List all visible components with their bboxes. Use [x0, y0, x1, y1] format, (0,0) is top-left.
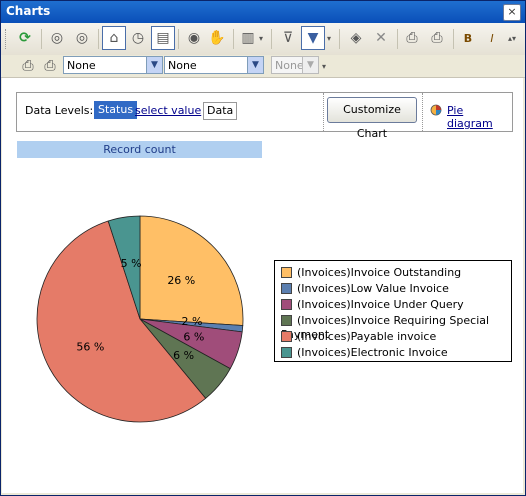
series-select[interactable]: None ▼ [63, 56, 163, 74]
more-dropdown-icon[interactable]: ▾ [319, 55, 329, 77]
legend-item: (Invoices)Invoice Under Query [281, 298, 464, 312]
filter-dropdown-icon[interactable]: ▾ [324, 27, 334, 49]
slice-label: 5 % [121, 257, 142, 270]
legend-label: (Invoices)Invoice Outstanding [297, 266, 462, 279]
hand-icon[interactable]: ✋ [206, 27, 228, 49]
legend-item: (Invoices)Low Value Invoice [281, 282, 449, 296]
title-bar: Charts × [1, 1, 525, 23]
series-select-value: None [67, 59, 96, 72]
legend-label: (Invoices)Invoice Under Query [297, 298, 464, 311]
pie-diagram-link[interactable]: Pie diagram [447, 104, 512, 130]
print-setup-icon[interactable]: ⎙ [39, 55, 61, 77]
columns-dropdown-icon[interactable]: ▾ [256, 27, 266, 49]
italic-icon[interactable]: I [481, 27, 503, 49]
toolbar-separator [41, 29, 42, 49]
eye-icon[interactable]: ◉ [183, 27, 205, 49]
print-preview-icon[interactable]: ⎙ [401, 27, 423, 49]
legend-item: (Invoices)Invoice Requiring Special Paym… [281, 314, 511, 341]
toolbar-separator [233, 29, 234, 49]
chevron-down-icon: ▼ [302, 57, 318, 73]
legend-swatch [281, 314, 292, 326]
legend-swatch [281, 266, 292, 278]
toolbar-separator [271, 29, 272, 49]
chart-view-icon[interactable]: ⌂ [102, 26, 126, 50]
bold-icon[interactable]: B [457, 27, 479, 49]
timer-icon[interactable]: ◷ [127, 27, 149, 49]
slice-label: 26 % [167, 274, 195, 287]
legend-swatch [281, 346, 292, 358]
legend-label: (Invoices)Electronic Invoice [297, 346, 448, 359]
charts-window: Charts × ⟳ ◎ ◎ ⌂ ◷ ▤ ◉ ✋ ▥ ▾ ⊽ ▼ ▾ ◈ ✕ ⎙… [0, 0, 526, 496]
toolbar-separator [397, 29, 398, 49]
pie-chart-icon [430, 104, 442, 116]
chevron-down-icon[interactable]: ▼ [146, 57, 162, 73]
refresh-icon[interactable]: ⟳ [14, 27, 36, 49]
toolbar-separator [98, 29, 99, 49]
chart-content: Data Levels: Status select value Data Cu… [2, 78, 523, 493]
delete-icon[interactable]: ✕ [370, 27, 392, 49]
slice-label: 6 % [183, 331, 204, 344]
divider [323, 93, 325, 131]
hide-all-icon[interactable]: ◎ [71, 27, 93, 49]
toolbar-separator [453, 29, 454, 49]
pie-chart: 26 % 6 % 6 % 56 % 5 % 2 % [36, 215, 244, 423]
export-icon[interactable]: ▤ [151, 26, 175, 50]
legend-swatch [281, 298, 292, 310]
category-select-value: None [168, 59, 197, 72]
legend-item: (Invoices)Payable invoice [281, 330, 436, 344]
category-select[interactable]: None ▼ [164, 56, 264, 74]
print-icon[interactable]: ⎙ [17, 55, 39, 77]
layers-icon[interactable]: ◈ [345, 27, 367, 49]
close-icon[interactable]: × [503, 4, 521, 21]
legend-label: (Invoices)Payable invoice [297, 330, 437, 343]
divider [422, 93, 424, 131]
slice-label: 56 % [76, 340, 104, 353]
window-title: Charts [6, 4, 51, 18]
slice-label: 6 % [173, 349, 194, 362]
legend-item: (Invoices)Electronic Invoice [281, 346, 448, 360]
legend-swatch [281, 282, 292, 294]
value-select-value: None [275, 59, 304, 72]
slice-label: 2 % [182, 315, 203, 328]
toolbar-overflow-icon[interactable]: ▴▾ [506, 27, 518, 49]
main-toolbar: ⟳ ◎ ◎ ⌂ ◷ ▤ ◉ ✋ ▥ ▾ ⊽ ▼ ▾ ◈ ✕ ⎙ ⎙ B I ▴▾ [1, 23, 525, 56]
chevron-down-icon[interactable]: ▼ [247, 57, 263, 73]
legend-label: (Invoices)Low Value Invoice [297, 282, 449, 295]
print-icon[interactable]: ⎙ [426, 27, 448, 49]
hide-icon[interactable]: ◎ [46, 27, 68, 49]
customize-chart-button[interactable]: Customize Chart [327, 97, 417, 140]
legend-item: (Invoices)Invoice Outstanding [281, 266, 461, 280]
legend-swatch [281, 330, 292, 342]
filter-icon[interactable]: ⊽ [277, 27, 299, 49]
filter-active-icon[interactable]: ▼ [301, 26, 325, 50]
chart-legend: (Invoices)Invoice Outstanding (Invoices)L… [274, 260, 512, 362]
toolbar-separator [178, 29, 179, 49]
value-select: None ▼ [271, 56, 319, 74]
toolbar-grip[interactable] [5, 29, 9, 49]
options-toolbar: ⎙ ⎙ None ▼ None ▼ None ▼ ▾ [1, 55, 525, 78]
toolbar-separator [339, 29, 340, 49]
pie-slice[interactable] [139, 215, 244, 326]
